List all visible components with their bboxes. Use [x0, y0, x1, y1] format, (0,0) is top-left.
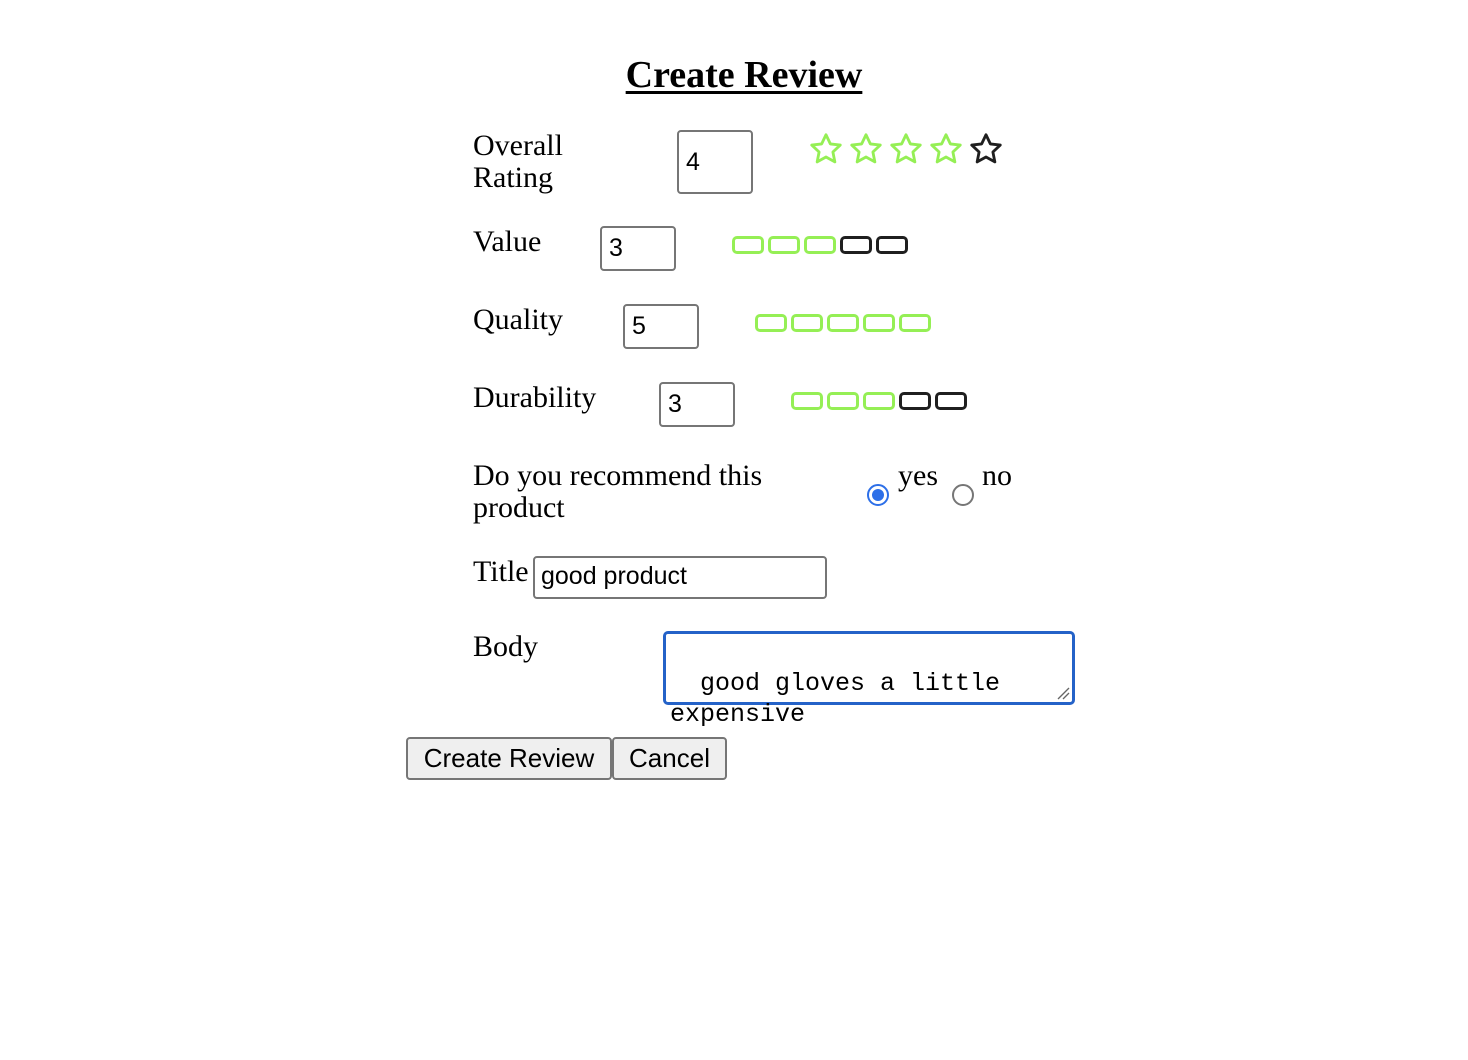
rating-segment-active[interactable] — [804, 236, 836, 254]
star-filled-icon[interactable] — [928, 131, 964, 167]
title-input[interactable]: good product — [533, 556, 827, 599]
recommend-yes-label[interactable]: yes — [898, 460, 938, 492]
rating-segment-inactive[interactable] — [935, 392, 967, 410]
rating-segment-active[interactable] — [791, 392, 823, 410]
star-filled-icon[interactable] — [808, 131, 844, 167]
overall-rating-stars[interactable] — [808, 131, 1004, 167]
rating-segment-active[interactable] — [791, 314, 823, 332]
rating-segment-inactive[interactable] — [876, 236, 908, 254]
durability-label: Durability — [473, 381, 597, 414]
recommend-no-label[interactable]: no — [982, 460, 1012, 492]
rating-segment-active[interactable] — [755, 314, 787, 332]
quality-rating-bars[interactable] — [755, 314, 931, 332]
overall-rating-label: Overall Rating — [473, 129, 563, 194]
rating-segment-active[interactable] — [863, 314, 895, 332]
star-filled-icon[interactable] — [848, 131, 884, 167]
rating-segment-active[interactable] — [899, 314, 931, 332]
value-rating-bars[interactable] — [732, 236, 908, 254]
recommend-label: Do you recommend this product — [473, 459, 763, 524]
recommend-yes-radio[interactable] — [867, 484, 889, 506]
create-review-button[interactable]: Create Review — [406, 737, 612, 780]
page-title: Create Review — [625, 54, 863, 96]
star-filled-icon[interactable] — [888, 131, 924, 167]
cancel-button[interactable]: Cancel — [612, 737, 727, 780]
rating-segment-active[interactable] — [827, 314, 859, 332]
durability-input[interactable] — [659, 382, 735, 427]
star-empty-icon[interactable] — [968, 131, 1004, 167]
value-label: Value — [473, 225, 542, 258]
rating-segment-active[interactable] — [768, 236, 800, 254]
resize-grip-icon[interactable] — [1056, 686, 1070, 700]
value-input[interactable] — [600, 226, 676, 271]
rating-segment-active[interactable] — [863, 392, 895, 410]
rating-segment-active[interactable] — [732, 236, 764, 254]
rating-segment-active[interactable] — [827, 392, 859, 410]
title-label: Title — [473, 555, 529, 588]
overall-rating-input[interactable] — [677, 130, 753, 194]
durability-rating-bars[interactable] — [791, 392, 967, 410]
body-text: good gloves a little expensive — [670, 669, 1016, 729]
recommend-no-radio[interactable] — [952, 484, 974, 506]
quality-label: Quality — [473, 303, 563, 336]
body-label: Body — [473, 630, 539, 663]
quality-input[interactable] — [623, 304, 699, 349]
rating-segment-inactive[interactable] — [899, 392, 931, 410]
rating-segment-inactive[interactable] — [840, 236, 872, 254]
body-textarea[interactable]: good gloves a little expensive — [663, 631, 1075, 729]
